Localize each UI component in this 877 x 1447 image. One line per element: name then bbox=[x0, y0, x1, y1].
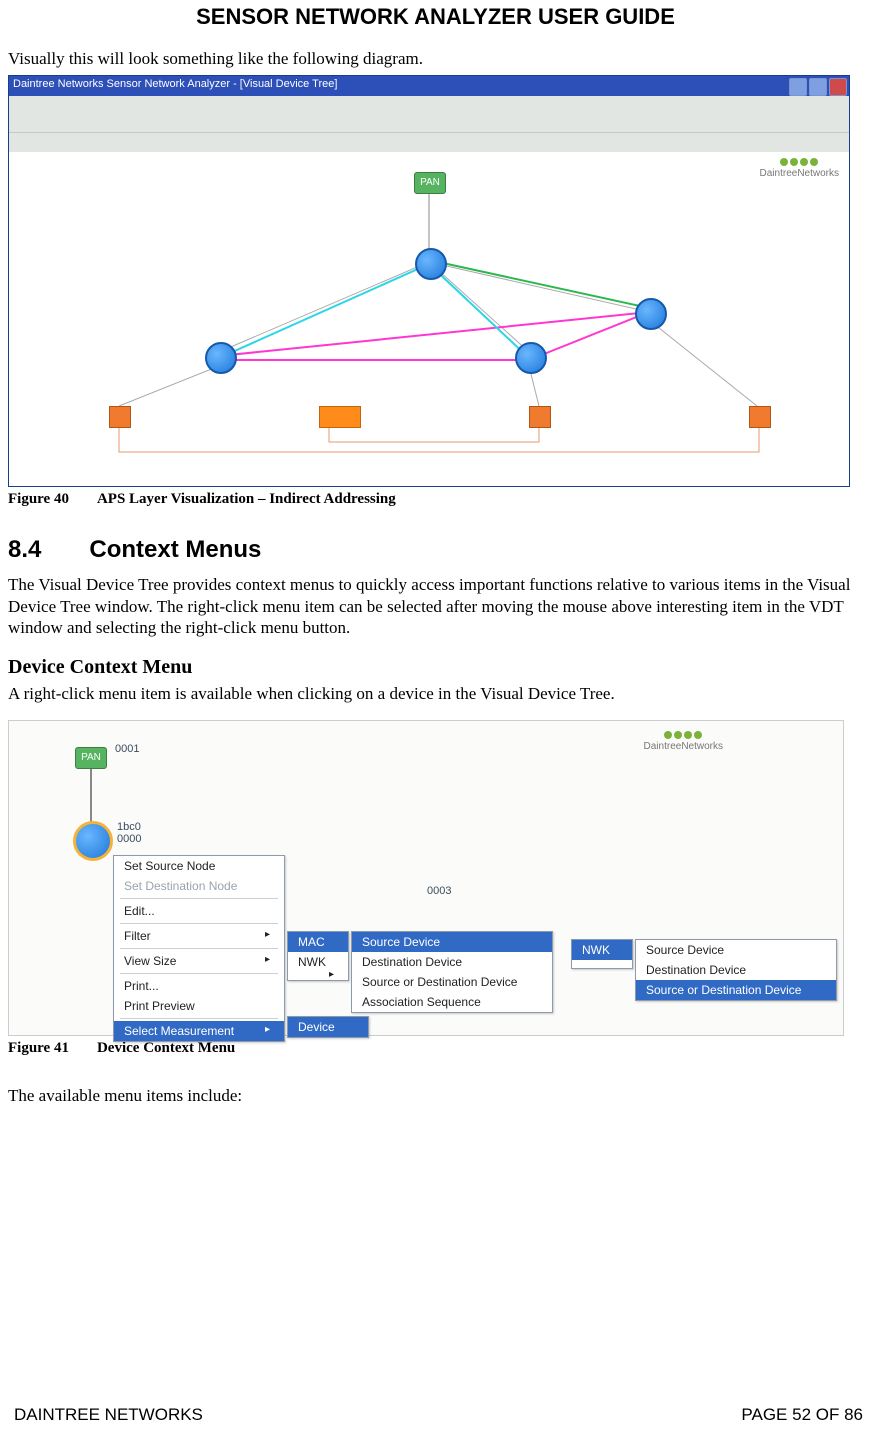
menu-select-measurement[interactable]: Select Measurement bbox=[114, 1021, 284, 1041]
network-canvas[interactable]: DaintreeNetworks PAN bbox=[9, 152, 849, 486]
node-end-device-selected[interactable] bbox=[319, 406, 361, 428]
node-pan-coordinator[interactable]: PAN bbox=[75, 747, 107, 769]
menu-set-destination-node: Set Destination Node bbox=[114, 876, 284, 896]
menu-source-or-destination-device[interactable]: Source or Destination Device bbox=[352, 972, 552, 992]
footer-page-number: PAGE 52 OF 86 bbox=[741, 1405, 863, 1425]
window-titlebar: Daintree Networks Sensor Network Analyze… bbox=[9, 76, 849, 96]
menu-filter[interactable]: Filter bbox=[114, 926, 284, 946]
window-controls bbox=[789, 78, 847, 96]
node-end-device[interactable] bbox=[749, 406, 771, 428]
paragraph: A right-click menu item is available whe… bbox=[8, 683, 863, 704]
node-router[interactable] bbox=[415, 248, 447, 280]
node-router-selected[interactable] bbox=[73, 821, 113, 861]
app-screenshot-aps-layer: Daintree Networks Sensor Network Analyze… bbox=[8, 75, 850, 487]
device-context-menu: Set Source Node Set Destination Node Edi… bbox=[113, 855, 285, 1042]
maximize-button[interactable] bbox=[809, 78, 827, 96]
toolbar-row-2[interactable] bbox=[9, 133, 849, 154]
menu-edit[interactable]: Edit... bbox=[114, 901, 284, 921]
footer-company: DAINTREE NETWORKS bbox=[14, 1405, 203, 1425]
node-label: 0001 bbox=[115, 743, 139, 755]
daintree-logo-text: DaintreeNetworks bbox=[760, 168, 839, 179]
paragraph: The Visual Device Tree provides context … bbox=[8, 574, 863, 638]
nwk-submenu-trigger: NWK bbox=[571, 939, 633, 969]
menu-source-device[interactable]: Source Device bbox=[636, 940, 836, 960]
node-end-device[interactable] bbox=[109, 406, 131, 428]
daintree-logo: DaintreeNetworks bbox=[644, 731, 723, 753]
filter-submenu: MAC NWK bbox=[287, 931, 349, 981]
menubar[interactable] bbox=[9, 96, 849, 112]
minimize-button[interactable] bbox=[789, 78, 807, 96]
toolbar-row-1[interactable] bbox=[9, 112, 849, 133]
close-button[interactable] bbox=[829, 78, 847, 96]
menu-print-preview[interactable]: Print Preview bbox=[114, 996, 284, 1016]
menu-association-sequence[interactable]: Association Sequence bbox=[352, 992, 552, 1012]
doc-title: SENSOR NETWORK ANALYZER USER GUIDE bbox=[8, 0, 863, 48]
node-router[interactable] bbox=[205, 342, 237, 374]
node-pan-coordinator[interactable]: PAN bbox=[414, 172, 446, 194]
app-screenshot-context-menu: DaintreeNetworks PAN 0001 1bc0 0000 0003… bbox=[8, 720, 844, 1036]
menu-device[interactable]: Device bbox=[288, 1017, 368, 1037]
node-label: 0003 bbox=[427, 885, 451, 897]
menu-destination-device[interactable]: Destination Device bbox=[636, 960, 836, 980]
window-title: Daintree Networks Sensor Network Analyze… bbox=[13, 78, 337, 90]
menu-set-source-node[interactable]: Set Source Node bbox=[114, 856, 284, 876]
nwk-submenu: Source Device Destination Device Source … bbox=[635, 939, 837, 1001]
figure-caption-41: Figure 41Device Context Menu bbox=[8, 1040, 863, 1057]
node-router[interactable] bbox=[635, 298, 667, 330]
menu-nwk[interactable]: NWK bbox=[572, 940, 632, 960]
daintree-logo: DaintreeNetworks bbox=[760, 158, 839, 180]
mac-submenu: Source Device Destination Device Source … bbox=[351, 931, 553, 1013]
daintree-logo-text: DaintreeNetworks bbox=[644, 741, 723, 752]
node-label: 1bc0 0000 bbox=[117, 821, 141, 845]
menu-mac[interactable]: MAC bbox=[288, 932, 348, 952]
menu-source-or-destination-device[interactable]: Source or Destination Device bbox=[636, 980, 836, 1000]
menu-view-size[interactable]: View Size bbox=[114, 951, 284, 971]
paragraph: The available menu items include: bbox=[8, 1085, 863, 1106]
measurement-submenu: Device bbox=[287, 1016, 369, 1038]
node-end-device[interactable] bbox=[529, 406, 551, 428]
subsection-heading: Device Context Menu bbox=[8, 656, 863, 679]
paragraph: Visually this will look something like t… bbox=[8, 48, 863, 69]
node-router[interactable] bbox=[515, 342, 547, 374]
menu-destination-device[interactable]: Destination Device bbox=[352, 952, 552, 972]
menu-source-device[interactable]: Source Device bbox=[352, 932, 552, 952]
section-heading: 8.4Context Menus bbox=[8, 536, 863, 564]
figure-caption-40: Figure 40APS Layer Visualization – Indir… bbox=[8, 491, 863, 508]
menu-print[interactable]: Print... bbox=[114, 976, 284, 996]
menu-nwk[interactable]: NWK bbox=[288, 952, 348, 972]
